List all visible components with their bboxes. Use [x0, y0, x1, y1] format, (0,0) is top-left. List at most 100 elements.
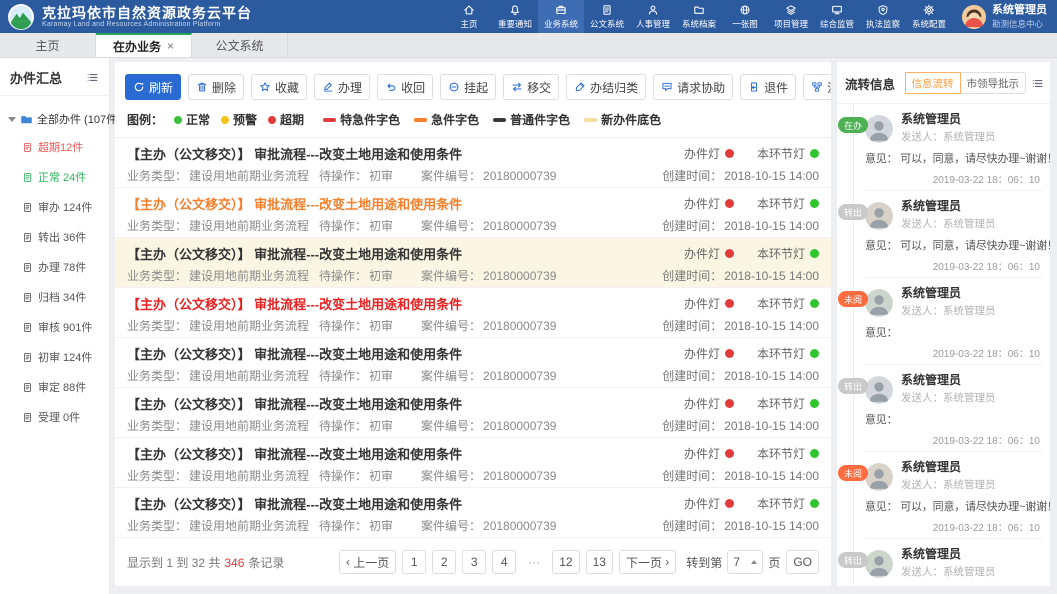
classify-button[interactable]: 办结归类 — [566, 74, 646, 100]
case-type-value: 建设用地前期业务流程 — [189, 519, 309, 533]
nav-item-home[interactable]: 主页 — [446, 0, 492, 33]
opinion-value: 可以，同意，请尽快办理~谢谢！ — [900, 153, 1050, 165]
page-button[interactable]: 2 — [432, 550, 456, 574]
list-icon[interactable] — [86, 71, 99, 84]
case-created-label: 创建时间： — [662, 519, 722, 533]
case-row[interactable]: 【主办（公文移交）】 审批流程---改变土地用途和使用条件 办件灯 本环节灯 业… — [115, 438, 831, 488]
doc-icon — [22, 352, 33, 363]
delete-button[interactable]: 删除 — [188, 74, 244, 100]
nav-item-hr[interactable]: 人事管理 — [630, 0, 676, 33]
handle-button[interactable]: 办理 — [314, 74, 370, 100]
transfer-button[interactable]: 移交 — [503, 74, 559, 100]
page-tab[interactable]: 主页 — [0, 33, 96, 57]
tree-item[interactable]: 转出 36件 — [8, 222, 109, 252]
nav-item-archives[interactable]: 系统档案 — [676, 0, 722, 33]
edit-icon — [322, 81, 334, 93]
message-item[interactable]: 转出 系统管理员 发送人：系统管理员 意见： 2019-03-22 18：06：… — [837, 365, 1050, 452]
nav-item-enforcement[interactable]: 执法监察 — [860, 0, 906, 33]
message-item[interactable]: 未阅 系统管理员 发送人：系统管理员 意见： 可以，同意，请尽快办理~谢谢！ 2… — [837, 452, 1050, 539]
nav-item-notices[interactable]: 重要通知 — [492, 0, 538, 33]
step-lamp-label: 本环节灯 — [757, 345, 805, 362]
tree-item[interactable]: 超期12件 — [8, 132, 109, 162]
return-button[interactable]: 退件 — [740, 74, 796, 100]
tree-item[interactable]: 办理 78件 — [8, 252, 109, 282]
sender-label: 发送人： — [901, 479, 943, 491]
tree-item[interactable]: 归档 34件 — [8, 282, 109, 312]
page-button[interactable]: 4 — [492, 550, 516, 574]
case-lamp-dot-icon — [725, 399, 734, 408]
page-button[interactable]: 3 — [462, 550, 486, 574]
recall-button[interactable]: 收回 — [377, 74, 433, 100]
page-button[interactable]: 12 — [552, 550, 579, 574]
case-row[interactable]: 【主办（公文移交）】 审批流程---改变土地用途和使用条件 办件灯 本环节灯 业… — [115, 338, 831, 388]
tree-item[interactable]: 审定 88件 — [8, 372, 109, 402]
suspend-button[interactable]: 挂起 — [440, 74, 496, 100]
tree-item[interactable]: 受理 0件 — [8, 402, 109, 432]
case-op: 待操作：初审 — [319, 467, 421, 482]
page-tab[interactable]: 公文系统 — [192, 33, 288, 57]
case-number-label: 案件编号： — [421, 269, 481, 283]
tree-item[interactable]: 初审 124件 — [8, 342, 109, 372]
step-lamp-dot-icon — [810, 299, 819, 308]
user-menu[interactable]: 系统管理员 勘测信息中心 — [952, 4, 1053, 30]
tree-root-all-cases[interactable]: 全部办件 (107件) — [8, 106, 109, 132]
tree-item[interactable]: 正常 24件 — [8, 162, 109, 192]
tree-item-label: 初审 124件 — [38, 349, 92, 365]
page-button[interactable]: 1 — [402, 550, 426, 574]
case-row[interactable]: 【主办（公文移交）】 审批流程---改变土地用途和使用条件 办件灯 本环节灯 业… — [115, 238, 831, 288]
nav-item-documents[interactable]: 公文系统 — [584, 0, 630, 33]
pen-icon — [574, 81, 586, 93]
case-type: 业务类型：建设用地前期业务流程 — [127, 417, 319, 432]
status-badge: 转出 — [838, 378, 868, 394]
message-item[interactable]: 转出 系统管理员 发送人：系统管理员 意见： 可以，同意，请尽快办理~谢谢！ 2… — [837, 191, 1050, 278]
color-dash-icon — [584, 118, 597, 122]
case-row[interactable]: 【主办（公文移交）】 审批流程---改变土地用途和使用条件 办件灯 本环节灯 业… — [115, 288, 831, 338]
refresh-button[interactable]: 刷新 — [125, 74, 181, 100]
case-row[interactable]: 【主办（公文移交）】 审批流程---改变土地用途和使用条件 办件灯 本环节灯 业… — [115, 188, 831, 238]
nav-item-map[interactable]: 一张图 — [722, 0, 768, 33]
case-row[interactable]: 【主办（公文移交）】 审批流程---改变土地用途和使用条件 办件灯 本环节灯 业… — [115, 388, 831, 438]
app-header: 克拉玛依市自然资源政务云平台 Karamay Land and Resource… — [0, 0, 1057, 33]
case-title-row: 【主办（公文移交）】 审批流程---改变土地用途和使用条件 办件灯 本环节灯 — [127, 344, 819, 362]
go-button[interactable]: GO — [786, 550, 819, 574]
case-title: 【主办（公文移交）】 审批流程---改变土地用途和使用条件 — [127, 394, 462, 413]
page-tab-label: 主页 — [35, 37, 59, 54]
step-lamp-dot-icon — [810, 249, 819, 258]
case-row[interactable]: 【主办（公文移交）】 审批流程---改变土地用途和使用条件 办件灯 本环节灯 业… — [115, 488, 831, 538]
case-lamp-label: 办件灯 — [684, 495, 720, 512]
caret-up-icon[interactable] — [751, 560, 757, 564]
case-title-row: 【主办（公文移交）】 审批流程---改变土地用途和使用条件 办件灯 本环节灯 — [127, 294, 819, 312]
message-item[interactable]: 转出 系统管理员 发送人：系统管理员 意见： 2019-03-22 18：06：… — [837, 539, 1050, 586]
message-item[interactable]: 在办 系统管理员 发送人：系统管理员 意见： 可以，同意，请尽快办理~谢谢！ 2… — [837, 104, 1050, 191]
next-page-button[interactable]: 下一页 › — [619, 550, 676, 574]
circulation-panel: 流转信息 信息流转市领导批示 在办 系统管理员 发送人：系统管理员 — [837, 62, 1050, 586]
case-created-value: 2018-10-15 14:00 — [724, 469, 819, 483]
nav-item-settings[interactable]: 系统配置 — [906, 0, 952, 33]
nav-item-business[interactable]: 业务系统 — [538, 0, 584, 33]
circulation-tab[interactable]: 市领导批示 — [961, 72, 1027, 94]
recall-icon — [385, 81, 397, 93]
case-number-value: 20180000739 — [483, 469, 556, 483]
opinion-value: 可以，同意，请尽快办理~谢谢！ — [900, 240, 1050, 252]
favorite-button[interactable]: 收藏 — [251, 74, 307, 100]
nav-item-supervision[interactable]: 综合监管 — [814, 0, 860, 33]
tree-item[interactable]: 审办 124件 — [8, 192, 109, 222]
assist-button[interactable]: 请求协助 — [653, 74, 733, 100]
nav-item-projects[interactable]: 项目管理 — [768, 0, 814, 33]
return-icon — [748, 81, 760, 93]
case-row[interactable]: 【主办（公文移交）】 审批流程---改变土地用途和使用条件 办件灯 本环节灯 业… — [115, 138, 831, 188]
case-meta: 业务类型：建设用地前期业务流程 待操作：初审 案件编号：20180000739 … — [127, 417, 819, 432]
list-icon[interactable] — [1031, 77, 1044, 90]
tree-item[interactable]: 审核 901件 — [8, 312, 109, 342]
prev-page-button[interactable]: ‹ 上一页 — [339, 550, 396, 574]
page-button[interactable]: 13 — [586, 550, 613, 574]
page-button[interactable]: ··· — [522, 550, 546, 574]
message-item[interactable]: 未阅 系统管理员 发送人：系统管理员 意见： 2019-03-22 18：06：… — [837, 278, 1050, 365]
circulation-tab[interactable]: 信息流转 — [905, 72, 961, 94]
case-created: 创建时间：2018-10-15 14:00 — [662, 267, 819, 282]
close-icon[interactable]: × — [167, 39, 174, 53]
goto-page-input[interactable]: 7 — [727, 550, 763, 574]
flowchart-button[interactable]: 流程图 — [803, 74, 831, 100]
page-tab[interactable]: 在办业务 × — [96, 33, 192, 57]
nav-label: 系统档案 — [682, 18, 716, 30]
